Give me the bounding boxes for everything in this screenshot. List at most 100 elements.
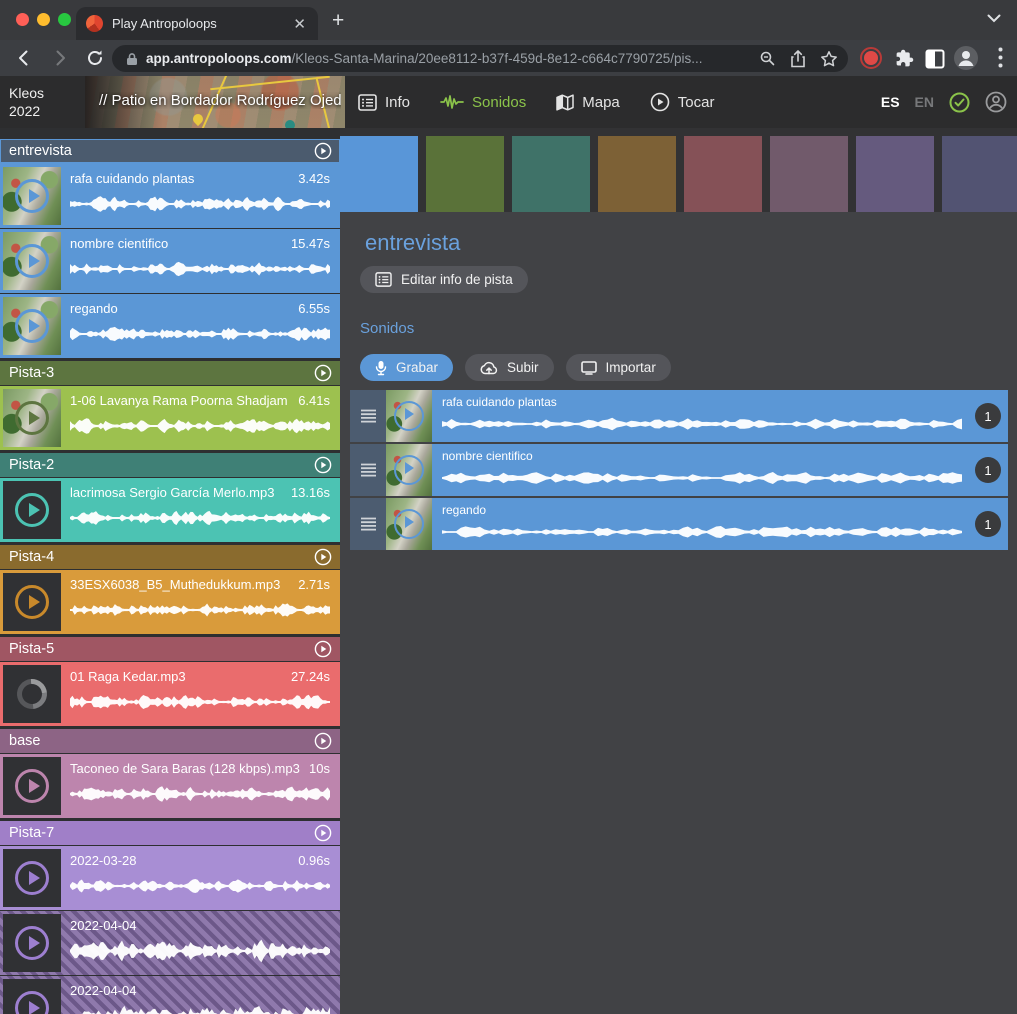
sidebar-sound-item[interactable]: 2022-04-04: [0, 976, 340, 1014]
sound-count-badge[interactable]: 1: [975, 457, 1001, 483]
browser-menu-dots-icon[interactable]: [998, 47, 1003, 68]
sound-play-icon[interactable]: [394, 455, 424, 485]
sidebar-sound-item[interactable]: Taconeo de Sara Baras (128 kbps).mp310s: [0, 754, 340, 818]
sound-count-badge[interactable]: 1: [975, 511, 1001, 537]
sound-play-icon[interactable]: [15, 585, 49, 619]
sidebar-sound-item[interactable]: 1-06 Lavanya Rama Poorna Shadjam Rupak..…: [0, 386, 340, 450]
window-close-button[interactable]: [16, 13, 29, 26]
track-color-swatch-7[interactable]: [856, 136, 934, 212]
panel-sound-item[interactable]: rafa cuidando plantas1: [350, 390, 1008, 442]
track-play-icon[interactable]: [314, 364, 332, 382]
track-play-icon[interactable]: [314, 142, 332, 160]
extensions-puzzle-icon[interactable]: [894, 48, 915, 69]
track-color-swatch-1[interactable]: [340, 136, 418, 218]
drag-handle-icon[interactable]: [350, 498, 386, 550]
sound-thumbnail[interactable]: [3, 979, 61, 1014]
drag-handle-icon[interactable]: [350, 390, 386, 442]
sound-thumbnail[interactable]: [3, 849, 61, 907]
sidebar-sound-item[interactable]: regando6.55s: [0, 294, 340, 358]
track-color-swatch-8[interactable]: [942, 136, 1017, 212]
tab-tocar[interactable]: Tocar: [650, 92, 715, 112]
track-play-icon[interactable]: [314, 456, 332, 474]
track-header-Pista-7[interactable]: Pista-7: [0, 821, 340, 845]
track-play-icon[interactable]: [314, 640, 332, 658]
track-play-icon[interactable]: [314, 548, 332, 566]
share-icon[interactable]: [790, 50, 806, 68]
track-color-swatch-2[interactable]: [426, 136, 504, 212]
track-header-entrevista[interactable]: entrevista: [0, 139, 340, 163]
sound-play-icon[interactable]: [15, 309, 49, 343]
import-button[interactable]: Importar: [566, 354, 671, 381]
sound-play-icon[interactable]: [394, 401, 424, 431]
sound-thumbnail[interactable]: [3, 389, 61, 447]
sound-thumbnail[interactable]: [3, 481, 61, 539]
sound-play-icon[interactable]: [394, 509, 424, 539]
sound-thumbnail[interactable]: [386, 444, 432, 496]
lang-es-button[interactable]: ES: [881, 94, 900, 110]
track-color-swatch-3[interactable]: [512, 136, 590, 212]
track-play-icon[interactable]: [314, 824, 332, 842]
sidebar-sound-item[interactable]: 2022-03-280.96s: [0, 846, 340, 910]
sound-thumbnail[interactable]: [3, 573, 61, 631]
record-button[interactable]: Grabar: [360, 354, 453, 381]
panel-sound-item[interactable]: nombre cientifico1: [350, 444, 1008, 496]
sound-play-icon[interactable]: [15, 991, 49, 1014]
address-bar[interactable]: app.antropoloops.com/Kleos-Santa-Marina/…: [112, 45, 848, 72]
upload-button[interactable]: Subir: [465, 354, 554, 381]
track-header-Pista-2[interactable]: Pista-2: [0, 453, 340, 477]
track-header-Pista-5[interactable]: Pista-5: [0, 637, 340, 661]
lang-en-button[interactable]: EN: [915, 94, 934, 110]
sidebar-sound-item[interactable]: 33ESX6038_B5_Muthedukkum.mp32.71s: [0, 570, 340, 634]
sound-thumbnail[interactable]: [386, 390, 432, 442]
sidebar-sound-item[interactable]: 01 Raga Kedar.mp327.24s: [0, 662, 340, 726]
sound-thumbnail[interactable]: [3, 914, 61, 972]
tab-info[interactable]: Info: [358, 94, 410, 111]
sound-play-icon[interactable]: [15, 926, 49, 960]
track-header-Pista-4[interactable]: Pista-4: [0, 545, 340, 569]
tab-search-chevron-icon[interactable]: [987, 14, 1001, 23]
browser-profile-avatar[interactable]: [953, 45, 979, 71]
sound-play-icon[interactable]: [15, 179, 49, 213]
zoom-page-icon[interactable]: [759, 50, 776, 67]
sound-play-icon[interactable]: [15, 861, 49, 895]
tab-mapa[interactable]: Mapa: [556, 94, 620, 111]
window-minimize-button[interactable]: [37, 13, 50, 26]
bookmark-star-icon[interactable]: [820, 50, 838, 68]
track-header-base[interactable]: base: [0, 729, 340, 753]
back-button[interactable]: [14, 48, 34, 68]
tab-sonidos[interactable]: Sonidos: [440, 94, 526, 111]
sound-play-icon[interactable]: [15, 493, 49, 527]
sound-thumbnail[interactable]: [386, 498, 432, 550]
account-icon[interactable]: [985, 91, 1007, 113]
drag-handle-icon[interactable]: [350, 444, 386, 496]
sound-play-icon[interactable]: [15, 401, 49, 435]
sound-thumbnail[interactable]: [3, 232, 61, 290]
sound-play-icon[interactable]: [15, 769, 49, 803]
track-color-swatch-4[interactable]: [598, 136, 676, 212]
track-color-swatch-5[interactable]: [684, 136, 762, 212]
browser-tab[interactable]: Play Antropoloops ✕: [76, 7, 318, 40]
edit-track-info-button[interactable]: Editar info de pista: [360, 266, 528, 293]
sound-thumbnail[interactable]: [3, 757, 61, 815]
map-thumbnail[interactable]: // Patio en Bordador Rodríguez Ojeda / R…: [85, 76, 345, 128]
sync-check-icon[interactable]: [949, 92, 970, 113]
sound-thumbnail[interactable]: [3, 167, 61, 225]
sidebar-sound-item[interactable]: 2022-04-04: [0, 911, 340, 975]
panel-sound-item[interactable]: regando1: [350, 498, 1008, 550]
track-play-icon[interactable]: [314, 732, 332, 750]
sidebar-sound-item[interactable]: rafa cuidando plantas3.42s: [0, 164, 340, 228]
reload-button[interactable]: [85, 48, 105, 68]
sound-play-icon[interactable]: [15, 244, 49, 278]
track-header-Pista-3[interactable]: Pista-3: [0, 361, 340, 385]
sidebar-sound-item[interactable]: nombre cientifico15.47s: [0, 229, 340, 293]
sound-count-badge[interactable]: 1: [975, 403, 1001, 429]
new-tab-button[interactable]: +: [332, 9, 344, 33]
side-panel-icon[interactable]: [925, 49, 945, 69]
record-extension-icon[interactable]: [859, 46, 883, 70]
track-color-swatch-6[interactable]: [770, 136, 848, 212]
window-zoom-button[interactable]: [58, 13, 71, 26]
forward-button[interactable]: [50, 48, 70, 68]
sound-thumbnail[interactable]: [3, 665, 61, 723]
sidebar-sound-item[interactable]: lacrimosa Sergio García Merlo.mp313.16s: [0, 478, 340, 542]
tab-close-icon[interactable]: ✕: [291, 15, 308, 33]
